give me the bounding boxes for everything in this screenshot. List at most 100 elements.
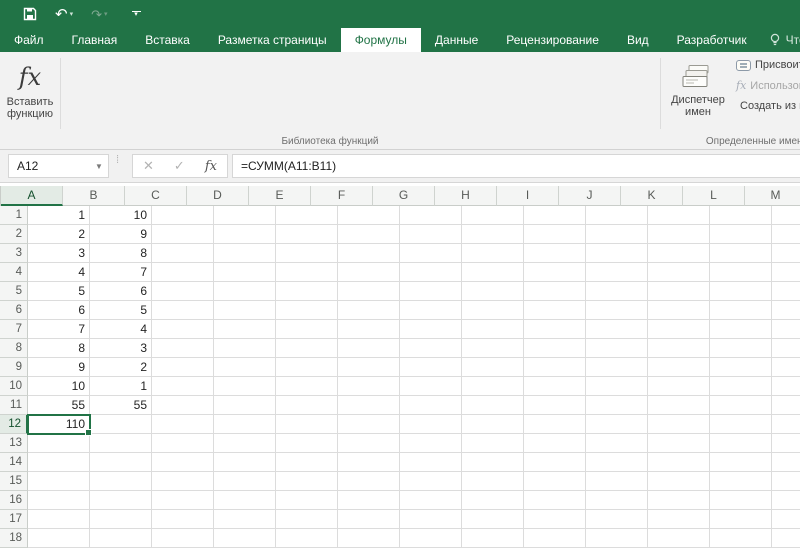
cell-G5[interactable] bbox=[400, 282, 462, 301]
column-header-M[interactable]: M bbox=[745, 186, 800, 206]
column-header-C[interactable]: C bbox=[125, 186, 187, 206]
customize-quick-access-icon[interactable]: ▾ bbox=[123, 3, 150, 25]
cell-L11[interactable] bbox=[710, 396, 772, 415]
cell-M11[interactable] bbox=[772, 396, 800, 415]
cell-J16[interactable] bbox=[586, 491, 648, 510]
cell-J7[interactable] bbox=[586, 320, 648, 339]
cell-D18[interactable] bbox=[214, 529, 276, 548]
row-header-8[interactable]: 8 bbox=[0, 339, 28, 358]
column-header-B[interactable]: B bbox=[63, 186, 125, 206]
cell-E9[interactable] bbox=[276, 358, 338, 377]
cell-D2[interactable] bbox=[214, 225, 276, 244]
cell-E17[interactable] bbox=[276, 510, 338, 529]
cell-F5[interactable] bbox=[338, 282, 400, 301]
cell-M17[interactable] bbox=[772, 510, 800, 529]
cell-D14[interactable] bbox=[214, 453, 276, 472]
cell-H4[interactable] bbox=[462, 263, 524, 282]
cell-B6[interactable]: 5 bbox=[90, 301, 152, 320]
cell-A16[interactable] bbox=[28, 491, 90, 510]
cell-H18[interactable] bbox=[462, 529, 524, 548]
column-header-H[interactable]: H bbox=[435, 186, 497, 206]
name-manager-button[interactable]: Диспетчер имен bbox=[666, 56, 730, 144]
cell-K4[interactable] bbox=[648, 263, 710, 282]
cell-H5[interactable] bbox=[462, 282, 524, 301]
cell-H9[interactable] bbox=[462, 358, 524, 377]
cell-D11[interactable] bbox=[214, 396, 276, 415]
cell-A2[interactable]: 2 bbox=[28, 225, 90, 244]
cell-L5[interactable] bbox=[710, 282, 772, 301]
column-header-G[interactable]: G bbox=[373, 186, 435, 206]
tab-Вид[interactable]: Вид bbox=[613, 28, 663, 52]
cell-I8[interactable] bbox=[524, 339, 586, 358]
cell-E6[interactable] bbox=[276, 301, 338, 320]
cell-E4[interactable] bbox=[276, 263, 338, 282]
row-header-6[interactable]: 6 bbox=[0, 301, 28, 320]
cell-D13[interactable] bbox=[214, 434, 276, 453]
cell-I1[interactable] bbox=[524, 206, 586, 225]
cell-D7[interactable] bbox=[214, 320, 276, 339]
cell-D1[interactable] bbox=[214, 206, 276, 225]
cell-M5[interactable] bbox=[772, 282, 800, 301]
cell-M9[interactable] bbox=[772, 358, 800, 377]
cell-B8[interactable]: 3 bbox=[90, 339, 152, 358]
cell-I15[interactable] bbox=[524, 472, 586, 491]
cell-M3[interactable] bbox=[772, 244, 800, 263]
row-header-17[interactable]: 17 bbox=[0, 510, 28, 529]
cell-D12[interactable] bbox=[214, 415, 276, 434]
cell-C8[interactable] bbox=[152, 339, 214, 358]
cell-H10[interactable] bbox=[462, 377, 524, 396]
cell-B11[interactable]: 55 bbox=[90, 396, 152, 415]
cell-A18[interactable] bbox=[28, 529, 90, 548]
cell-M6[interactable] bbox=[772, 301, 800, 320]
create-from-selection-button[interactable]: Создать из выделенного bbox=[736, 100, 800, 112]
cell-E2[interactable] bbox=[276, 225, 338, 244]
cell-J14[interactable] bbox=[586, 453, 648, 472]
cell-E7[interactable] bbox=[276, 320, 338, 339]
cell-I7[interactable] bbox=[524, 320, 586, 339]
cell-G8[interactable] bbox=[400, 339, 462, 358]
tab-Файл[interactable]: Файл bbox=[0, 28, 58, 52]
cell-A13[interactable] bbox=[28, 434, 90, 453]
cell-J12[interactable] bbox=[586, 415, 648, 434]
cell-E16[interactable] bbox=[276, 491, 338, 510]
cell-H7[interactable] bbox=[462, 320, 524, 339]
cell-A1[interactable]: 1 bbox=[28, 206, 90, 225]
cell-C16[interactable] bbox=[152, 491, 214, 510]
cell-L13[interactable] bbox=[710, 434, 772, 453]
cell-C18[interactable] bbox=[152, 529, 214, 548]
cell-L1[interactable] bbox=[710, 206, 772, 225]
cell-K18[interactable] bbox=[648, 529, 710, 548]
tab-Разметка страницы[interactable]: Разметка страницы bbox=[204, 28, 341, 52]
cell-C1[interactable] bbox=[152, 206, 214, 225]
cell-J4[interactable] bbox=[586, 263, 648, 282]
cell-D6[interactable] bbox=[214, 301, 276, 320]
cell-A7[interactable]: 7 bbox=[28, 320, 90, 339]
cell-I17[interactable] bbox=[524, 510, 586, 529]
column-header-I[interactable]: I bbox=[497, 186, 559, 206]
cell-D17[interactable] bbox=[214, 510, 276, 529]
cell-L12[interactable] bbox=[710, 415, 772, 434]
cell-I10[interactable] bbox=[524, 377, 586, 396]
cell-C4[interactable] bbox=[152, 263, 214, 282]
cell-F12[interactable] bbox=[338, 415, 400, 434]
cell-K10[interactable] bbox=[648, 377, 710, 396]
cell-B3[interactable]: 8 bbox=[90, 244, 152, 263]
cancel-icon[interactable]: ✕ bbox=[143, 158, 154, 174]
cell-K1[interactable] bbox=[648, 206, 710, 225]
cell-A11[interactable]: 55 bbox=[28, 396, 90, 415]
cell-J9[interactable] bbox=[586, 358, 648, 377]
cell-K16[interactable] bbox=[648, 491, 710, 510]
cell-G12[interactable] bbox=[400, 415, 462, 434]
cell-D10[interactable] bbox=[214, 377, 276, 396]
row-header-11[interactable]: 11 bbox=[0, 396, 28, 415]
cell-C11[interactable] bbox=[152, 396, 214, 415]
cell-F18[interactable] bbox=[338, 529, 400, 548]
cell-H15[interactable] bbox=[462, 472, 524, 491]
cell-K3[interactable] bbox=[648, 244, 710, 263]
row-header-4[interactable]: 4 bbox=[0, 263, 28, 282]
cell-G6[interactable] bbox=[400, 301, 462, 320]
row-header-15[interactable]: 15 bbox=[0, 472, 28, 491]
column-header-J[interactable]: J bbox=[559, 186, 621, 206]
cell-F8[interactable] bbox=[338, 339, 400, 358]
cell-B10[interactable]: 1 bbox=[90, 377, 152, 396]
